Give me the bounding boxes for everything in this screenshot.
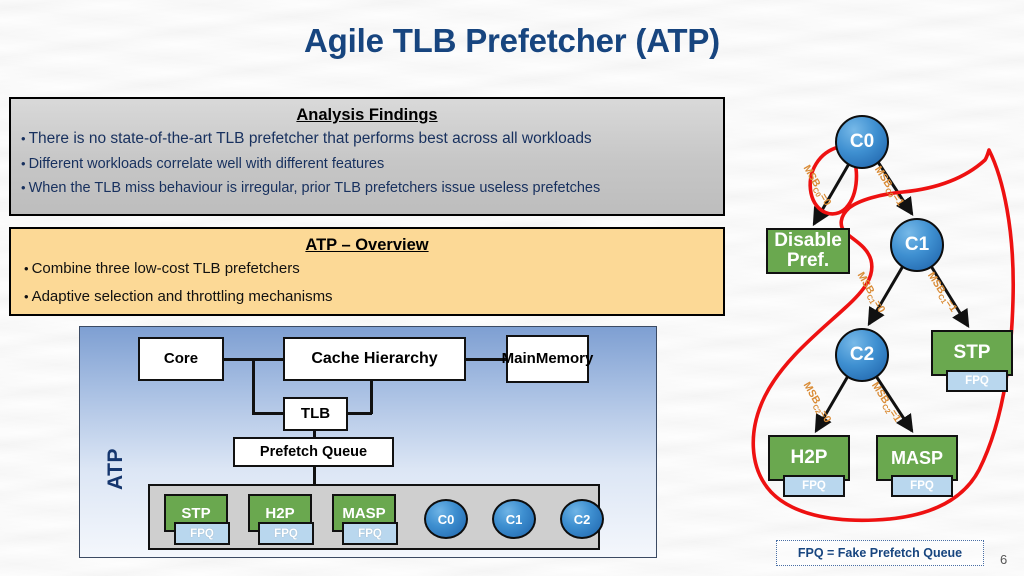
list-item: • Combine three low-cost TLB prefetchers	[24, 261, 723, 276]
atp-overview-box: ATP – Overview • Combine three low-cost T…	[9, 227, 725, 316]
page-number: 6	[1000, 552, 1008, 567]
tree-leaf-stp-fpq: FPQ	[946, 370, 1008, 392]
bullet-dot-icon: •	[21, 155, 26, 171]
tlb-box: TLB	[283, 397, 348, 431]
main-memory-line1: Main	[501, 349, 536, 367]
prefetcher-h2p-fpq: FPQ	[258, 522, 314, 545]
tree-leaf-masp-fpq: FPQ	[891, 475, 953, 497]
connector-cache-mainmem	[466, 358, 506, 361]
tree-node-c2: C2	[835, 328, 889, 382]
decision-tree: C0 C1 C2 Disable Pref. STP FPQ H2P FPQ M…	[735, 100, 1024, 560]
tree-node-c1: C1	[890, 218, 944, 272]
analysis-findings-box: Analysis Findings • There is no state-of-…	[9, 97, 725, 216]
analysis-findings-list: • There is no state-of-the-art TLB prefet…	[21, 131, 723, 196]
bullet-dot-icon: •	[24, 261, 29, 276]
tree-leaf-h2p-fpq: FPQ	[783, 475, 845, 497]
atp-panel-label: ATP	[104, 448, 127, 490]
counter-bubble-c2: C2	[560, 499, 604, 539]
counter-bubble-c1: C1	[492, 499, 536, 539]
list-item-label: There is no state-of-the-art TLB prefetc…	[28, 130, 592, 147]
connector-cache-tlb-horizontal	[346, 412, 372, 415]
atp-overview-list: • Combine three low-cost TLB prefetchers …	[24, 261, 723, 304]
connector-cache-tlb-vertical	[370, 381, 373, 414]
list-item-label: When the TLB miss behaviour is irregular…	[28, 180, 601, 196]
list-item-label: Adaptive selection and throttling mechan…	[31, 288, 333, 305]
page-title: Agile TLB Prefetcher (ATP)	[304, 22, 720, 59]
disable-pref-line1: Disable	[774, 230, 842, 252]
bullet-dot-icon: •	[24, 289, 29, 304]
slide-canvas: Agile TLB Prefetcher (ATP) Analysis Find…	[0, 0, 1024, 576]
core-box: Core	[138, 337, 224, 381]
list-item: • Different workloads correlate well with…	[21, 155, 723, 172]
list-item-label: Different workloads correlate well with …	[28, 155, 385, 172]
cache-hierarchy-box: Cache Hierarchy	[283, 337, 466, 381]
prefetch-queue-box: Prefetch Queue	[233, 437, 394, 467]
main-memory-box: Main Memory	[502, 335, 593, 383]
prefetcher-stp-fpq: FPQ	[174, 522, 230, 545]
bullet-dot-icon: •	[21, 180, 26, 195]
prefetcher-masp-fpq: FPQ	[342, 522, 398, 545]
connector-core-tlb-horizontal	[252, 412, 285, 415]
architecture-diagram-panel: ATP Core Cache Hierarchy Main Memory TLB…	[79, 326, 657, 558]
tree-leaf-disable-pref: Disable Pref.	[766, 228, 850, 274]
legend-fpq: FPQ = Fake Prefetch Queue	[776, 540, 984, 566]
bullet-dot-icon: •	[21, 131, 26, 146]
list-item: • When the TLB miss behaviour is irregula…	[21, 181, 723, 196]
analysis-findings-heading: Analysis Findings	[296, 106, 438, 124]
atp-overview-heading: ATP – Overview	[305, 236, 429, 254]
main-memory-line2: Memory	[535, 349, 594, 367]
tree-node-c0: C0	[835, 115, 889, 169]
disable-pref-line2: Pref.	[786, 250, 830, 271]
connector-core-tlb-vertical	[252, 358, 255, 414]
atp-inner-panel: STP FPQ H2P FPQ MASP FPQ C0 C1 C2	[148, 484, 604, 550]
list-item: • There is no state-of-the-art TLB prefet…	[21, 131, 723, 147]
list-item-label: Combine three low-cost TLB prefetchers	[31, 260, 300, 277]
list-item: • Adaptive selection and throttling mecha…	[24, 289, 723, 304]
counter-bubble-c0: C0	[424, 499, 468, 539]
